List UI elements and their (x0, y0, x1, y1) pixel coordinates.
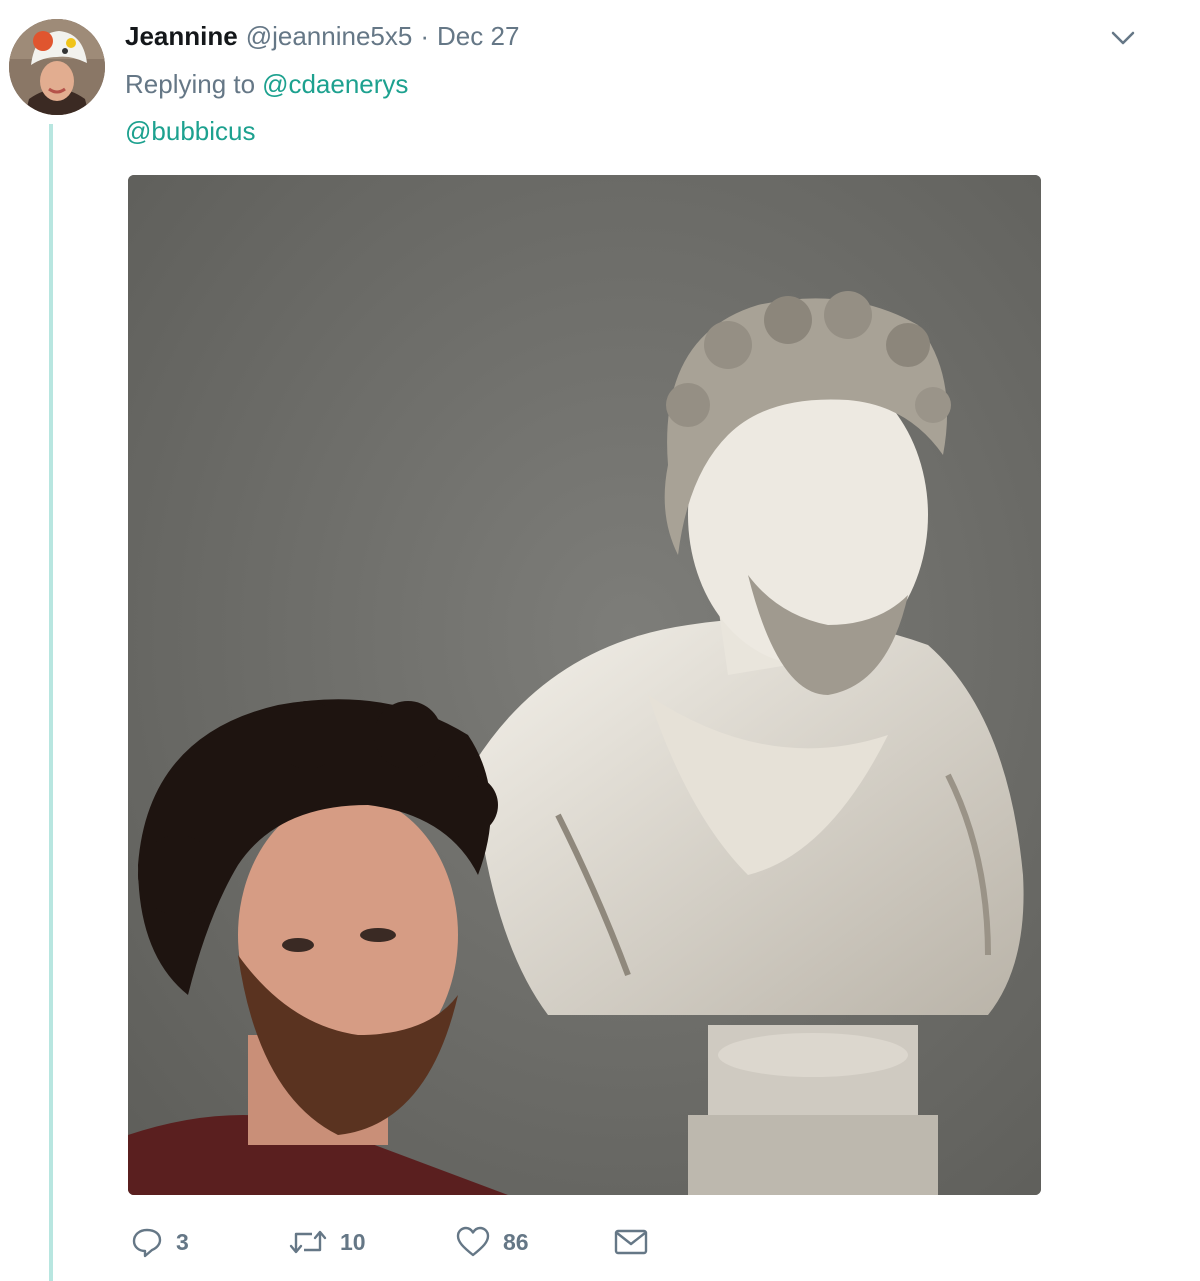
replying-to-mention[interactable]: @cdaenerys (262, 69, 408, 100)
thread-line (49, 124, 53, 1281)
heart-icon (456, 1226, 490, 1257)
avatar[interactable] (9, 19, 105, 115)
replying-label: Replying to (125, 68, 256, 99)
tweet-actions: 3 10 86 (130, 1222, 670, 1262)
user-handle[interactable]: @jeannine5x5 (246, 21, 413, 52)
like-button[interactable]: 86 (455, 1222, 529, 1262)
tweet-header: Jeannine @jeannine5x5 · Dec 27 (125, 18, 519, 54)
reply-count: 3 (176, 1228, 189, 1255)
envelope-icon (614, 1229, 648, 1255)
retweet-button[interactable]: 10 (288, 1222, 366, 1262)
tweet-photo[interactable] (128, 175, 1041, 1195)
display-name[interactable]: Jeannine (125, 21, 238, 52)
direct-message-button[interactable] (613, 1222, 649, 1262)
tweet-text-mention[interactable]: @bubbicus (125, 114, 255, 148)
avatar-image (9, 19, 105, 115)
photo-image (128, 175, 1041, 1195)
reply-icon (132, 1228, 162, 1258)
more-options-button[interactable] (1107, 24, 1139, 52)
separator: · (420, 20, 430, 51)
reply-button[interactable]: 3 (130, 1222, 189, 1262)
retweet-count: 10 (340, 1228, 366, 1255)
tweet-date[interactable]: Dec 27 (437, 21, 519, 52)
chevron-down-icon (1111, 31, 1135, 45)
retweet-icon (289, 1230, 327, 1254)
like-count: 86 (503, 1228, 529, 1255)
replying-to-line: Replying to @cdaenerys (125, 67, 408, 101)
